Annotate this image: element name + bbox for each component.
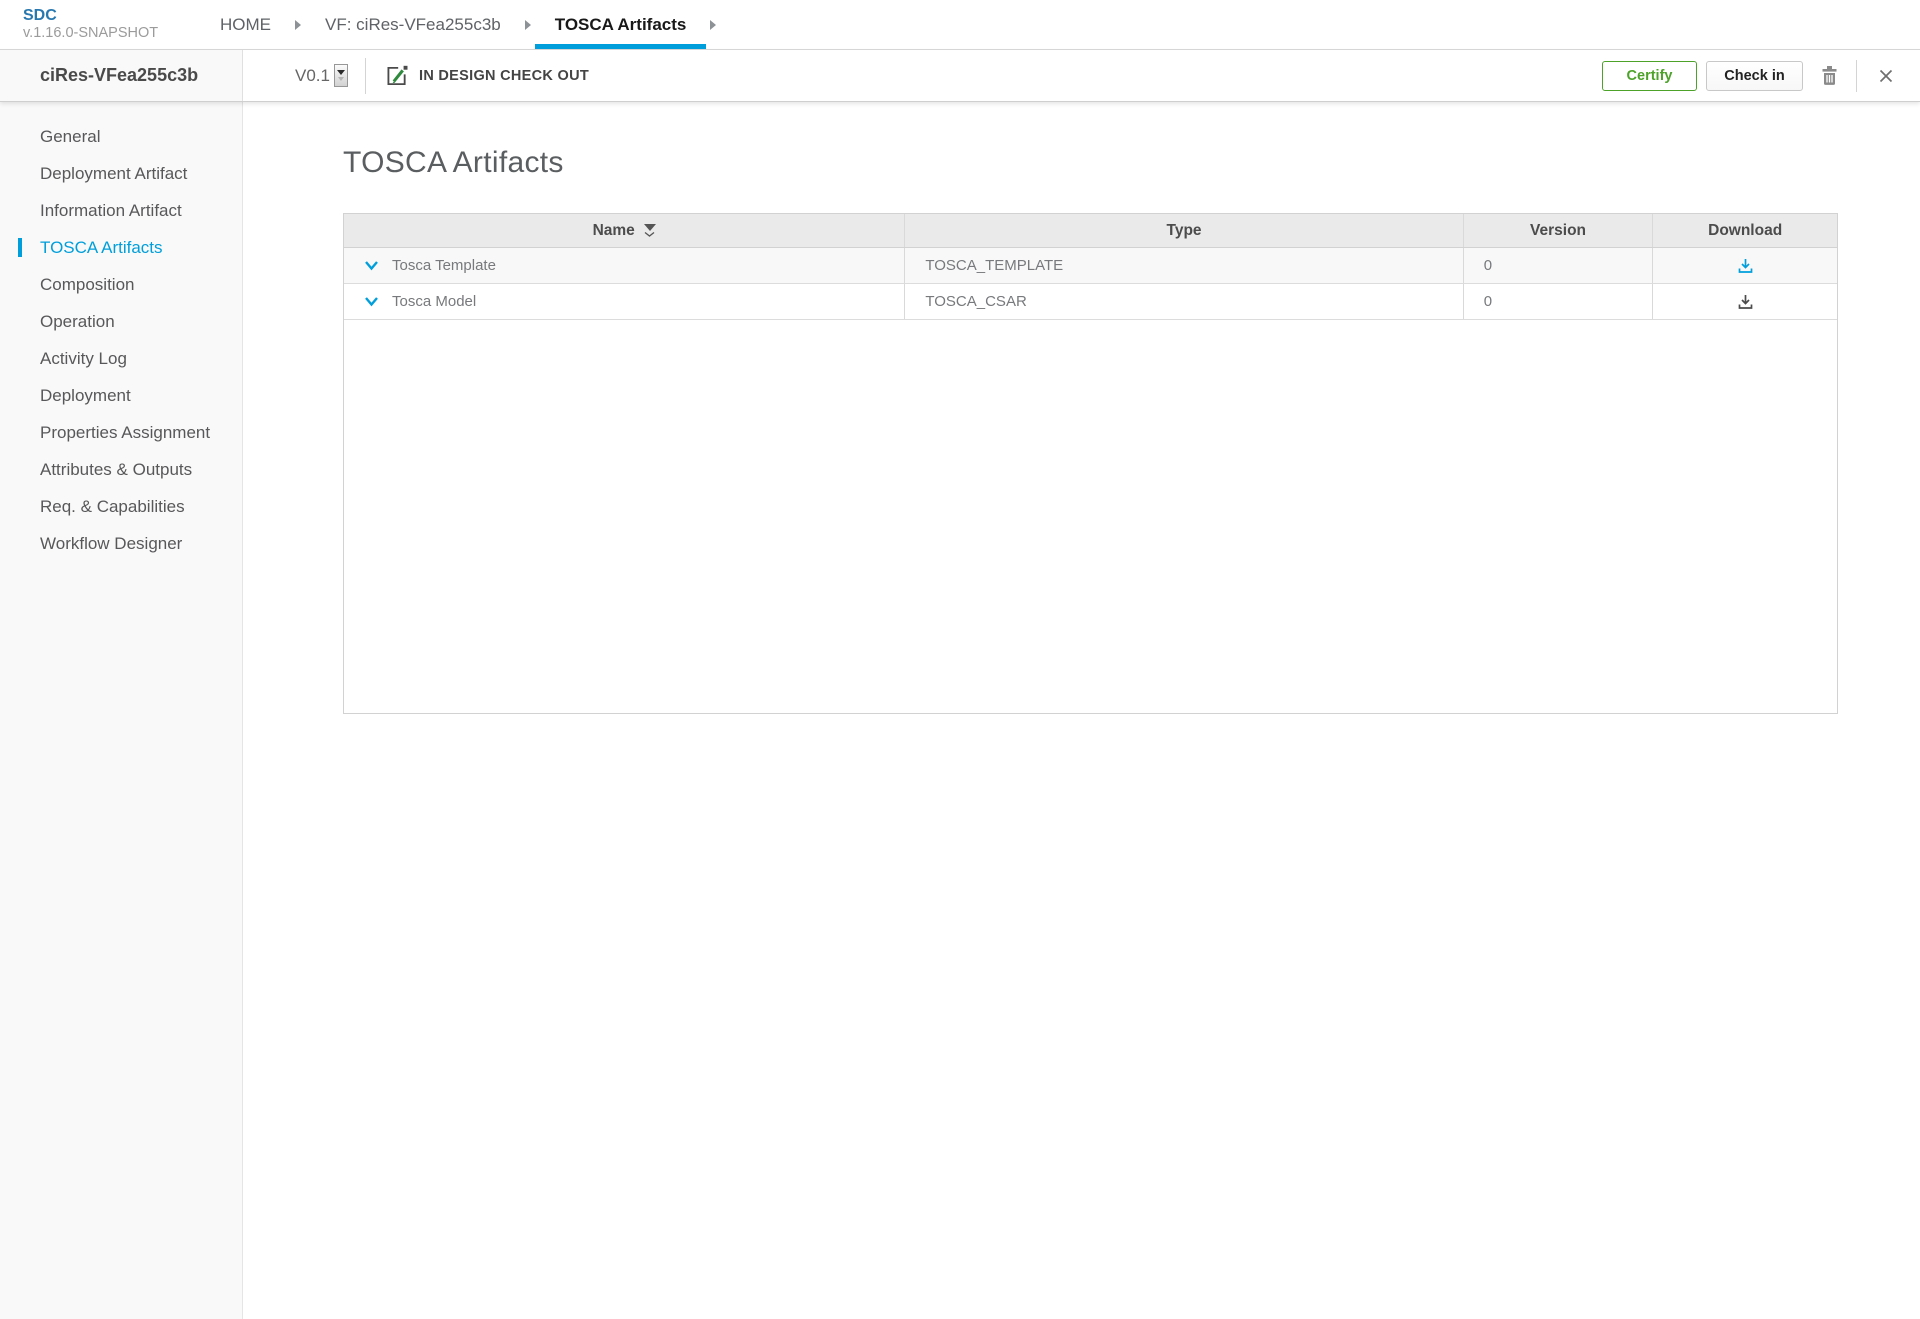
breadcrumb-tab-tosca-artifacts[interactable]: TOSCA Artifacts bbox=[535, 0, 707, 49]
certify-button[interactable]: Certify bbox=[1602, 61, 1697, 91]
sidebar-item-label: TOSCA Artifacts bbox=[40, 238, 163, 258]
artifacts-table: Name Type Version Download bbox=[343, 213, 1838, 714]
artifact-type: TOSCA_CSAR bbox=[905, 284, 1463, 319]
version-value: V0.1 bbox=[295, 66, 330, 86]
workspace-actions: Certify Check in bbox=[1602, 60, 1920, 92]
breadcrumb-arrow-icon bbox=[710, 20, 716, 30]
artifact-version: 0 bbox=[1464, 248, 1654, 283]
checkout-pencil-icon bbox=[383, 63, 409, 89]
close-icon bbox=[1877, 67, 1895, 85]
sidebar-item-properties-assignment[interactable]: Properties Assignment bbox=[0, 414, 242, 451]
main-content: TOSCA Artifacts Name Type Version Downlo… bbox=[243, 102, 1920, 1319]
table-row: Tosca Model TOSCA_CSAR 0 bbox=[344, 284, 1837, 320]
chevron-down-icon bbox=[644, 232, 655, 237]
sidebar-item-label: Composition bbox=[40, 275, 135, 295]
sidebar-item-information-artifact[interactable]: Information Artifact bbox=[0, 192, 242, 229]
sort-arrow-icon bbox=[644, 224, 656, 231]
sidebar-item-deployment-artifact[interactable]: Deployment Artifact bbox=[0, 155, 242, 192]
download-icon bbox=[1736, 257, 1755, 275]
column-header-version: Version bbox=[1464, 214, 1654, 247]
column-header-label: Name bbox=[593, 222, 635, 240]
sort-icon[interactable] bbox=[644, 224, 656, 237]
app-version: v.1.16.0-SNAPSHOT bbox=[23, 25, 200, 42]
check-in-button[interactable]: Check in bbox=[1706, 61, 1803, 91]
chevron-down-icon bbox=[338, 77, 344, 81]
breadcrumb-arrow-icon bbox=[295, 20, 301, 30]
resource-title: ciRes-VFea255c3b bbox=[0, 50, 243, 101]
divider bbox=[365, 58, 366, 94]
lifecycle-status: IN DESIGN CHECK OUT bbox=[383, 63, 589, 89]
sidebar-item-label: Properties Assignment bbox=[40, 423, 210, 443]
sidebar-item-attributes-outputs[interactable]: Attributes & Outputs bbox=[0, 451, 242, 488]
artifact-name-cell: Tosca Template bbox=[344, 248, 905, 283]
artifact-name: Tosca Model bbox=[392, 293, 476, 310]
expand-row-button[interactable] bbox=[364, 296, 379, 308]
active-indicator bbox=[18, 238, 22, 257]
page-title: TOSCA Artifacts bbox=[343, 146, 1920, 180]
sidebar-item-label: Workflow Designer bbox=[40, 534, 182, 554]
page-body: General Deployment Artifact Information … bbox=[0, 102, 1920, 1319]
artifact-type: TOSCA_TEMPLATE bbox=[905, 248, 1463, 283]
sidebar-item-label: Attributes & Outputs bbox=[40, 460, 192, 480]
artifact-name: Tosca Template bbox=[392, 257, 496, 274]
trash-icon bbox=[1818, 63, 1841, 88]
close-button[interactable] bbox=[1877, 67, 1895, 85]
sidebar-item-operation[interactable]: Operation bbox=[0, 303, 242, 340]
column-header-name[interactable]: Name bbox=[344, 214, 905, 247]
sidebar-item-label: Operation bbox=[40, 312, 115, 332]
table-row: Tosca Template TOSCA_TEMPLATE 0 bbox=[344, 248, 1837, 284]
download-cell bbox=[1653, 248, 1837, 283]
artifact-version: 0 bbox=[1464, 284, 1654, 319]
sidebar-item-label: Deployment Artifact bbox=[40, 164, 187, 184]
chevron-down-icon bbox=[364, 260, 379, 272]
divider bbox=[1856, 60, 1857, 92]
sidebar-item-workflow-designer[interactable]: Workflow Designer bbox=[0, 525, 242, 562]
breadcrumb-tab-home[interactable]: HOME bbox=[200, 0, 291, 49]
sidebar-item-deployment[interactable]: Deployment bbox=[0, 377, 242, 414]
sidebar-item-composition[interactable]: Composition bbox=[0, 266, 242, 303]
status-text: IN DESIGN CHECK OUT bbox=[419, 68, 589, 84]
download-button[interactable] bbox=[1736, 257, 1755, 275]
download-icon bbox=[1736, 293, 1755, 311]
sidebar-item-label: Deployment bbox=[40, 386, 131, 406]
app-logo: SDC v.1.16.0-SNAPSHOT bbox=[0, 0, 200, 49]
app-name: SDC bbox=[23, 7, 200, 25]
table-header-row: Name Type Version Download bbox=[344, 214, 1837, 248]
sidebar-item-general[interactable]: General bbox=[0, 118, 242, 155]
sidebar-item-label: General bbox=[40, 127, 100, 147]
workspace-bar: ciRes-VFea255c3b V0.1 IN DESIGN CHECK OU… bbox=[0, 50, 1920, 102]
artifact-name-cell: Tosca Model bbox=[344, 284, 905, 319]
version-selector: V0.1 bbox=[295, 64, 348, 87]
download-button[interactable] bbox=[1736, 293, 1755, 311]
sidebar-item-label: Information Artifact bbox=[40, 201, 182, 221]
download-cell bbox=[1653, 284, 1837, 319]
chevron-down-icon bbox=[364, 296, 379, 308]
delete-button[interactable] bbox=[1818, 63, 1841, 88]
breadcrumb-tab-vf[interactable]: VF: ciRes-VFea255c3b bbox=[305, 0, 521, 49]
version-dropdown-button[interactable] bbox=[334, 64, 348, 87]
sidebar-item-activity-log[interactable]: Activity Log bbox=[0, 340, 242, 377]
top-nav: SDC v.1.16.0-SNAPSHOT HOME VF: ciRes-VFe… bbox=[0, 0, 1920, 50]
breadcrumb: HOME VF: ciRes-VFea255c3b TOSCA Artifact… bbox=[200, 0, 720, 49]
sidebar: General Deployment Artifact Information … bbox=[0, 102, 243, 1319]
chevron-down-icon bbox=[337, 70, 345, 75]
breadcrumb-arrow-icon bbox=[525, 20, 531, 30]
sidebar-item-label: Req. & Capabilities bbox=[40, 497, 185, 517]
column-header-download: Download bbox=[1653, 214, 1837, 247]
sidebar-item-label: Activity Log bbox=[40, 349, 127, 369]
column-header-type: Type bbox=[905, 214, 1463, 247]
sidebar-item-tosca-artifacts[interactable]: TOSCA Artifacts bbox=[0, 229, 242, 266]
sidebar-item-req-capabilities[interactable]: Req. & Capabilities bbox=[0, 488, 242, 525]
expand-row-button[interactable] bbox=[364, 260, 379, 272]
